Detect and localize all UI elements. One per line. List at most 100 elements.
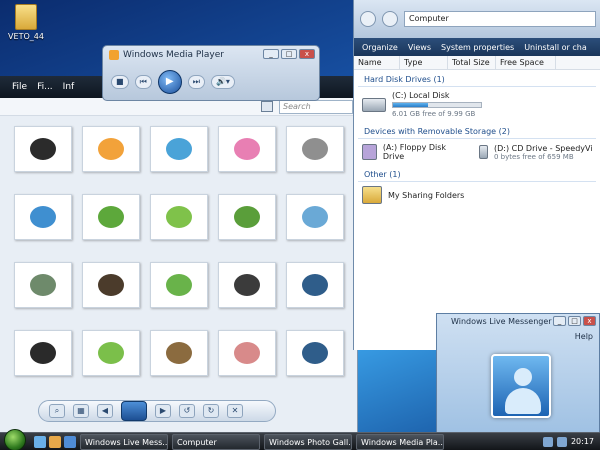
turtle-image xyxy=(234,206,260,228)
close-button[interactable]: x xyxy=(299,49,315,59)
window-controls: _ □ x xyxy=(263,49,315,59)
task-photo-gallery[interactable]: Windows Photo Gall... xyxy=(264,433,352,450)
play-button[interactable]: ▶ xyxy=(157,70,182,94)
avatar[interactable] xyxy=(491,354,551,418)
slideshow-button[interactable] xyxy=(121,401,147,421)
thumbnail-koala[interactable] xyxy=(286,126,344,172)
col-total-size[interactable]: Total Size xyxy=(448,56,496,69)
rotate-left-icon[interactable]: ↺ xyxy=(179,404,195,418)
thumbnail-crow[interactable] xyxy=(14,330,72,376)
help-menu[interactable]: Help xyxy=(575,332,593,341)
desktop-icon-veto[interactable]: VETO_44 xyxy=(6,4,46,41)
thumbnail-lizard[interactable] xyxy=(218,330,276,376)
thumbnail-chameleon[interactable] xyxy=(150,194,208,240)
show-desktop-icon[interactable] xyxy=(34,435,46,448)
chameleon-image xyxy=(166,206,192,228)
address-bar[interactable]: Computer xyxy=(404,11,596,27)
thumbnail-toucan[interactable] xyxy=(150,126,208,172)
drive-c[interactable]: (C:) Local Disk 6.01 GB free of 9.99 GB xyxy=(354,87,600,122)
grid-view-icon[interactable]: ▦ xyxy=(73,404,89,418)
previous-icon[interactable]: ◀ xyxy=(97,404,113,418)
playback-controls: ■ ⏮ ▶ ⏭ 🔊▾ xyxy=(111,70,305,94)
maximize-button[interactable]: □ xyxy=(281,49,297,59)
drive-a-name: (A:) Floppy Disk Drive xyxy=(382,143,447,161)
delete-icon[interactable]: ✕ xyxy=(227,404,243,418)
system-properties-button[interactable]: System properties xyxy=(441,43,514,52)
messenger-window: Windows Live Messenger _ □ x Help xyxy=(436,313,600,435)
drive-d-name: (D:) CD Drive - SpeedyVis xyxy=(494,143,592,153)
zoom-icon[interactable]: ⌕ xyxy=(49,404,65,418)
thumbnail-monkey[interactable] xyxy=(82,262,140,308)
firefox-icon[interactable] xyxy=(49,435,61,448)
stop-icon[interactable]: ■ xyxy=(111,75,129,89)
clock[interactable]: 20:17 xyxy=(571,437,594,446)
thumbnail-starfish[interactable] xyxy=(82,126,140,172)
tortoise-image xyxy=(30,274,56,296)
gallery-search-input[interactable]: Search xyxy=(279,100,353,114)
floppy-icon xyxy=(362,144,377,160)
column-headers: Name Type Total Size Free Space xyxy=(354,56,600,70)
folder-icon xyxy=(15,4,37,30)
forward-icon[interactable] xyxy=(382,11,398,27)
col-type[interactable]: Type xyxy=(400,56,448,69)
scorpion-image xyxy=(302,274,328,296)
frogs-image xyxy=(166,274,192,296)
thumbnail-scorpion-2[interactable] xyxy=(286,330,344,376)
photo-gallery-window: File Fi... Inf Search ⌕ ▦ ◀ ▶ ↺ ↻ ✕ xyxy=(0,76,358,432)
thumbnail-mouse[interactable] xyxy=(150,330,208,376)
thumbnail-bird-sky[interactable] xyxy=(14,194,72,240)
taskbar: Windows Live Mess... Computer Windows Ph… xyxy=(0,428,600,450)
ie-icon[interactable] xyxy=(64,435,76,448)
starfish-image xyxy=(98,138,124,160)
address-row: Computer xyxy=(354,0,600,38)
sharing-folders[interactable]: My Sharing Folders xyxy=(354,182,600,208)
menu-info[interactable]: Inf xyxy=(63,82,75,92)
thumbnail-chameleon-2[interactable] xyxy=(82,330,140,376)
rotate-right-icon[interactable]: ↻ xyxy=(203,404,219,418)
users-folder-icon xyxy=(362,186,382,204)
previous-track-icon[interactable]: ⏮ xyxy=(134,75,152,89)
messenger-close-button[interactable]: x xyxy=(583,316,596,326)
col-free-space[interactable]: Free Space xyxy=(496,56,556,69)
views-button[interactable]: Views xyxy=(408,43,431,52)
koala-image xyxy=(302,138,328,160)
organize-button[interactable]: Organize xyxy=(362,43,398,52)
task-media-player[interactable]: Windows Media Pla... xyxy=(356,433,444,450)
thumbnail-frogs[interactable] xyxy=(150,262,208,308)
chameleon-2-image xyxy=(98,342,124,364)
thumbnail-flamingo[interactable] xyxy=(218,126,276,172)
group-removable: Devices with Removable Storage (2) xyxy=(358,125,596,139)
messenger-minimize-button[interactable]: _ xyxy=(553,316,566,326)
avatar-body xyxy=(505,388,541,414)
drive-d[interactable]: (D:) CD Drive - SpeedyVis 0 bytes free o… xyxy=(471,139,600,165)
thumbnail-panda[interactable] xyxy=(14,126,72,172)
thumbnail-elephant[interactable] xyxy=(286,194,344,240)
uninstall-button[interactable]: Uninstall or cha xyxy=(524,43,587,52)
task-messenger[interactable]: Windows Live Mess... xyxy=(80,433,168,450)
avatar-head xyxy=(514,368,532,386)
lizard-image xyxy=(234,342,260,364)
drive-c-free: 6.01 GB free of 9.99 GB xyxy=(392,110,476,118)
group-other: Other (1) xyxy=(358,168,596,182)
thumbnail-scorpion[interactable] xyxy=(286,262,344,308)
menu-fix[interactable]: Fi... xyxy=(37,82,53,92)
task-computer[interactable]: Computer xyxy=(172,433,260,450)
messenger-maximize-button[interactable]: □ xyxy=(568,316,581,326)
thumbnail-tortoise[interactable] xyxy=(14,262,72,308)
network-icon[interactable] xyxy=(542,436,553,447)
drive-a[interactable]: (A:) Floppy Disk Drive xyxy=(354,139,471,165)
view-options-icon[interactable] xyxy=(261,101,273,112)
minimize-button[interactable]: _ xyxy=(263,49,279,59)
thumbnail-panda-small[interactable] xyxy=(218,262,276,308)
start-button[interactable] xyxy=(4,428,26,450)
menu-file[interactable]: File xyxy=(12,82,27,92)
drive-c-name: (C:) Local Disk xyxy=(392,91,450,100)
next-track-icon[interactable]: ⏭ xyxy=(187,75,205,89)
thumbnail-turtle[interactable] xyxy=(218,194,276,240)
volume-icon[interactable]: 🔊▾ xyxy=(210,75,235,89)
thumbnail-frog[interactable] xyxy=(82,194,140,240)
next-icon[interactable]: ▶ xyxy=(155,404,171,418)
volume-tray-icon[interactable] xyxy=(556,436,567,447)
col-name[interactable]: Name xyxy=(354,56,400,69)
back-icon[interactable] xyxy=(360,11,376,27)
